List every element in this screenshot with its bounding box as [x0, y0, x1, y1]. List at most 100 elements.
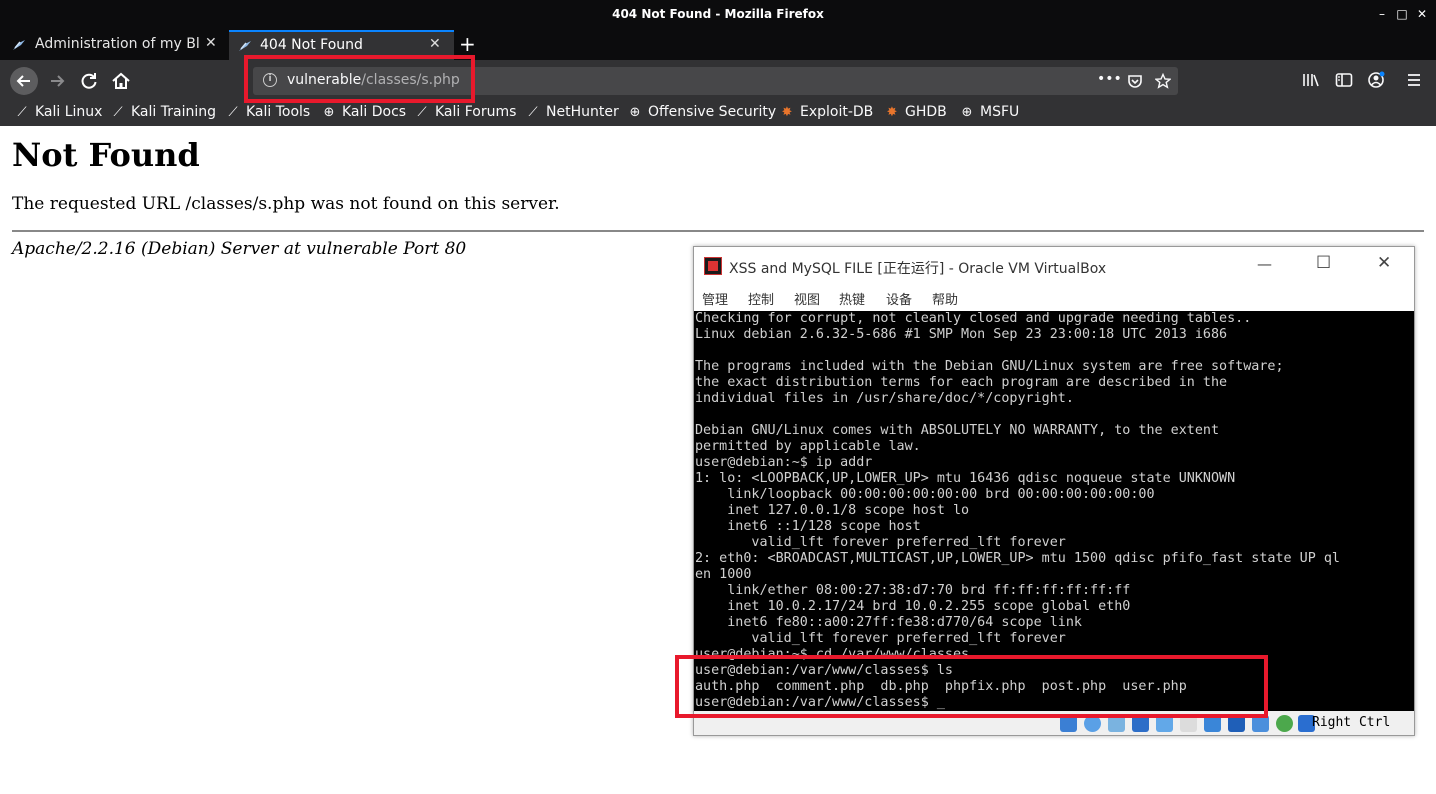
- bookmark-label: Offensive Security: [648, 104, 777, 120]
- vbox-title: XSS and MySQL FILE [正在运行] - Oracle VM Vi…: [729, 261, 1107, 277]
- window-title: 404 Not Found - Mozilla Firefox: [612, 7, 824, 21]
- bookmark-kali-docs[interactable]: ⊕ Kali Docs: [321, 104, 407, 120]
- terminal-line: inet6 fe80::a00:27ff:fe38:d770/64 scope …: [695, 615, 1082, 630]
- vbox-menubar: 管理 控制 视图 热键 设备 帮助: [694, 287, 1414, 311]
- reload-button[interactable]: [76, 68, 102, 94]
- minimize-button[interactable]: –: [1374, 5, 1390, 23]
- bookmark-nethunter[interactable]: ⟋ NetHunter: [525, 104, 618, 120]
- terminal-line: Debian GNU/Linux comes with ABSOLUTELY N…: [695, 423, 1220, 438]
- terminal-line: Checking for corrupt, not cleanly closed…: [695, 311, 1252, 326]
- window-titlebar: 404 Not Found - Mozilla Firefox – □ ✕: [0, 0, 1436, 30]
- home-icon: [112, 72, 130, 89]
- vbox-close-button[interactable]: ✕: [1377, 253, 1391, 273]
- sidebar-icon[interactable]: [1334, 72, 1354, 88]
- reload-icon: [81, 73, 97, 89]
- vbox-titlebar: XSS and MySQL FILE [正在运行] - Oracle VM Vi…: [694, 247, 1414, 285]
- server-signature: Apache/2.2.16 (Debian) Server at vulnera…: [12, 239, 467, 259]
- bookmark-star-icon[interactable]: [1155, 73, 1171, 89]
- vm-terminal-screen[interactable]: Checking for corrupt, not cleanly closed…: [694, 311, 1414, 711]
- kali-icon: ⟋: [228, 105, 238, 120]
- kali-icon: ⟋: [528, 105, 538, 120]
- bookmarks-toolbar: ⟋ Kali Linux ⟋ Kali Training ⟋ Kali Tools ⊕…: [0, 100, 1436, 126]
- back-button[interactable]: [10, 67, 38, 95]
- kali-icon: ⟋: [17, 105, 27, 120]
- tab-blog-admin[interactable]: Administration of my Blog ✕: [0, 30, 228, 60]
- menu-control[interactable]: 控制: [748, 289, 774, 308]
- pocket-icon[interactable]: [1127, 73, 1143, 89]
- host-key-label: Right Ctrl: [1312, 715, 1391, 730]
- bookmark-kali-tools[interactable]: ⟋ Kali Tools: [225, 104, 310, 120]
- bookmark-label: Kali Docs: [342, 104, 407, 120]
- page-actions-icon[interactable]: •••: [1097, 71, 1122, 87]
- terminal-line: user@debian:~$ ip addr: [695, 455, 873, 470]
- exploitdb-icon: ✸: [886, 105, 898, 120]
- terminal-highlight-box: [675, 655, 1268, 718]
- terminal-line: individual files in /usr/share/doc/*/cop…: [695, 391, 1074, 406]
- bookmark-label: GHDB: [905, 104, 947, 120]
- terminal-line: en 1000: [695, 567, 752, 582]
- menu-hotkeys[interactable]: 热键: [839, 289, 865, 308]
- bookmark-label: Kali Forums: [435, 104, 517, 120]
- back-arrow-icon: [16, 75, 30, 87]
- virtualbox-icon: [704, 257, 722, 275]
- bookmark-ghdb[interactable]: ✸ GHDB: [884, 104, 947, 120]
- close-tab-icon[interactable]: ✕: [429, 36, 441, 52]
- close-tab-icon[interactable]: ✕: [205, 35, 217, 51]
- divider: [12, 230, 1424, 232]
- menu-help[interactable]: 帮助: [932, 289, 958, 308]
- bookmark-offensive-security[interactable]: ⊕ Offensive Security: [627, 104, 777, 120]
- terminal-line: The programs included with the Debian GN…: [695, 359, 1284, 374]
- globe-icon: ⊕: [629, 105, 641, 120]
- bookmark-label: Kali Linux: [35, 104, 103, 120]
- bookmark-label: Kali Training: [131, 104, 216, 120]
- bookmark-exploit-db[interactable]: ✸ Exploit-DB: [779, 104, 874, 120]
- bookmark-label: MSFU: [980, 104, 1020, 120]
- vbox-maximize-button[interactable]: ☐: [1316, 253, 1331, 273]
- url-highlight-box: [244, 55, 475, 103]
- navigation-toolbar: i vulnerable/classes/s.php •••: [0, 60, 1436, 100]
- forward-arrow-icon: [51, 75, 65, 87]
- terminal-line: valid_lft forever preferred_lft forever: [695, 535, 1066, 550]
- terminal-line: permitted by applicable law.: [695, 439, 921, 454]
- terminal-line: the exact distribution terms for each pr…: [695, 375, 1228, 390]
- page-heading: Not Found: [12, 136, 200, 174]
- bookmark-msfu[interactable]: ⊕ MSFU: [959, 104, 1020, 120]
- guest-additions-icon[interactable]: [1276, 715, 1293, 732]
- bookmark-kali-training[interactable]: ⟋ Kali Training: [110, 104, 216, 120]
- terminal-line: valid_lft forever preferred_lft forever: [695, 631, 1066, 646]
- account-icon[interactable]: [1366, 71, 1386, 89]
- kali-icon: [13, 40, 25, 50]
- menu-hamburger-icon[interactable]: [1404, 73, 1424, 87]
- menu-devices[interactable]: 设备: [886, 289, 912, 308]
- globe-icon: ⊕: [323, 105, 335, 120]
- close-window-button[interactable]: ✕: [1414, 5, 1430, 23]
- kali-icon: [239, 41, 251, 51]
- bookmark-kali-linux[interactable]: ⟋ Kali Linux: [14, 104, 102, 120]
- terminal-line: inet6 ::1/128 scope host: [695, 519, 921, 534]
- home-button[interactable]: [108, 68, 134, 94]
- terminal-line: Linux debian 2.6.32-5-686 #1 SMP Mon Sep…: [695, 327, 1228, 342]
- menu-manage[interactable]: 管理: [702, 289, 728, 308]
- globe-icon: ⊕: [961, 105, 973, 120]
- bookmark-label: Exploit-DB: [800, 104, 874, 120]
- terminal-line: link/loopback 00:00:00:00:00:00 brd 00:0…: [695, 487, 1155, 502]
- exploitdb-icon: ✸: [781, 105, 793, 120]
- tab-strip: Administration of my Blog ✕ 404 Not Foun…: [0, 30, 1436, 60]
- library-icon[interactable]: [1301, 72, 1321, 88]
- kali-icon: ⟋: [113, 105, 123, 120]
- kali-icon: ⟋: [417, 105, 427, 120]
- new-tab-button[interactable]: +: [459, 32, 476, 56]
- maximize-button[interactable]: □: [1394, 5, 1410, 23]
- terminal-line: 1: lo: <LOOPBACK,UP,LOWER_UP> mtu 16436 …: [695, 471, 1236, 486]
- bookmark-kali-forums[interactable]: ⟋ Kali Forums: [414, 104, 516, 120]
- terminal-line: inet 127.0.0.1/8 scope host lo: [695, 503, 970, 518]
- menu-view[interactable]: 视图: [794, 289, 820, 308]
- forward-button[interactable]: [45, 68, 71, 94]
- vbox-minimize-button[interactable]: —: [1257, 255, 1272, 273]
- bookmark-label: Kali Tools: [246, 104, 311, 120]
- terminal-line: inet 10.0.2.17/24 brd 10.0.2.255 scope g…: [695, 599, 1131, 614]
- tab-label: Administration of my Blog: [35, 36, 200, 52]
- error-message: The requested URL /classes/s.php was not…: [12, 194, 560, 214]
